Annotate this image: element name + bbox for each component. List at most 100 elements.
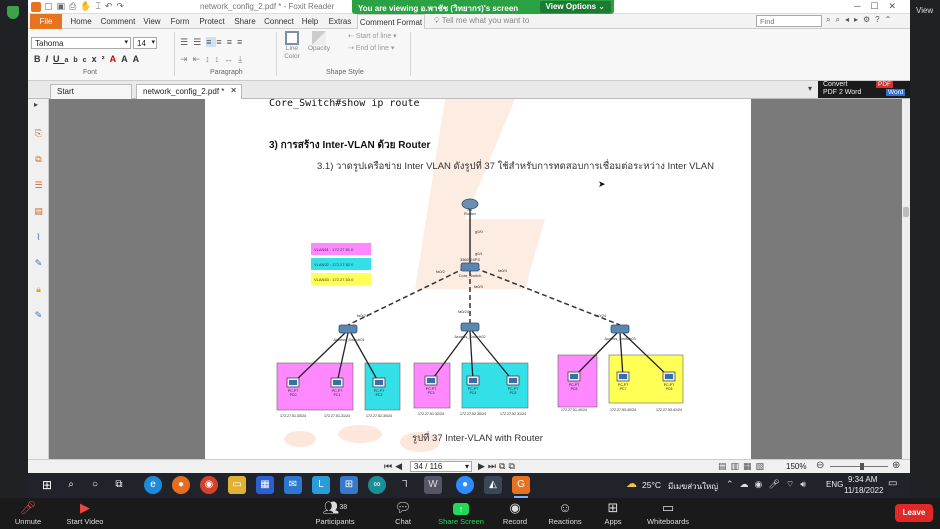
select-icon[interactable]: ⌶	[95, 1, 104, 11]
prev-page-icon[interactable]: ◀	[395, 461, 405, 471]
font-family-select[interactable]: Tahoma ▾	[31, 37, 131, 49]
unmute-button[interactable]: 🎤︎ Unmute	[8, 498, 48, 529]
tab-comment-format[interactable]: Comment Format	[357, 14, 425, 29]
align-right-icon[interactable]: ≡	[227, 37, 237, 47]
clock-time[interactable]: 9:34 AM	[848, 475, 877, 484]
outdent-icon[interactable]: ⇤	[193, 54, 206, 64]
baseline-icon[interactable]: ⤓	[238, 54, 247, 64]
notifications-icon[interactable]: ▭	[888, 478, 897, 489]
align-center-icon[interactable]: ≡	[216, 37, 226, 47]
font-color-icon[interactable]: A	[110, 54, 122, 64]
back-icon[interactable]: ◂	[845, 15, 854, 24]
first-page-icon[interactable]: ⏮	[384, 461, 395, 471]
single-page-icon[interactable]: ▤	[718, 461, 731, 471]
search-icon[interactable]: ⌕	[62, 476, 80, 494]
start-video-button[interactable]: ▶ Start Video	[60, 498, 110, 529]
tab-home[interactable]: Home	[66, 14, 96, 29]
bold-icon[interactable]: B	[34, 54, 46, 64]
chat-button[interactable]: 💬︎ Chat	[386, 498, 420, 529]
input-method-icon[interactable]: Ꞁ	[396, 476, 414, 494]
attachments-icon[interactable]: ⌇	[32, 231, 45, 244]
start-of-line-select[interactable]: ⇠ Start of line ▾	[348, 32, 397, 40]
packet-tracer-icon[interactable]: ◭	[484, 476, 502, 494]
mic-icon[interactable]: 🎤︎	[768, 479, 785, 489]
language-indicator[interactable]: ENG	[826, 480, 843, 489]
arduino-icon[interactable]: ∞	[368, 476, 386, 494]
scroll-thumb[interactable]	[903, 207, 909, 217]
settings-icon[interactable]: ⚙	[863, 15, 875, 24]
indent-icon[interactable]: ⇥	[180, 54, 193, 64]
font-size-select[interactable]: 14 ▾	[133, 37, 157, 49]
page-number-input[interactable]: 34 / 116 ▾	[410, 461, 472, 472]
close-tab-icon[interactable]: ✕	[230, 86, 237, 95]
hand-icon[interactable]: ✋	[80, 1, 95, 11]
apps-button[interactable]: ⊞ Apps	[598, 498, 628, 529]
volume-icon[interactable]: 🔊︎	[800, 479, 812, 489]
bullets-icon[interactable]: ☰	[180, 37, 193, 47]
tab-form[interactable]: Form	[167, 14, 193, 29]
minimize-icon[interactable]: ─	[854, 1, 870, 11]
bookmark-icon[interactable]: ⎘	[32, 127, 45, 140]
tab-pdf-document[interactable]: network_config_2.pdf * ✕	[136, 84, 242, 99]
cont-facing-icon[interactable]: ▧	[756, 461, 769, 471]
chrome-icon[interactable]: ◉	[200, 476, 218, 494]
view-label[interactable]: View	[916, 6, 933, 15]
zoom-in-icon[interactable]: ⊕	[892, 460, 900, 471]
reactions-button[interactable]: ☺ Reactions	[544, 498, 586, 529]
file-explorer-icon[interactable]: ▭	[228, 476, 246, 494]
meet-icon[interactable]: ⊞	[340, 476, 358, 494]
zoom-slider-thumb[interactable]	[860, 463, 864, 470]
next-view-icon[interactable]: ⧉	[508, 461, 517, 471]
mail-icon[interactable]: ✉	[284, 476, 302, 494]
font-shrink-icon[interactable]: A	[133, 54, 145, 64]
wifi-icon[interactable]: ⌔	[786, 479, 800, 489]
opacity-button[interactable]: Opacity	[306, 31, 332, 53]
tab-share[interactable]: Share	[231, 14, 259, 29]
continuous-icon[interactable]: ▥	[731, 461, 744, 471]
tab-help[interactable]: Help	[299, 14, 321, 29]
network-icon[interactable]: ☁	[740, 479, 755, 489]
weather-temp[interactable]: 25°C	[642, 480, 661, 490]
redo-icon[interactable]: ↷	[116, 1, 128, 11]
convert-ad[interactable]: Convert PDF 2 Word PDF Word	[818, 81, 910, 98]
tell-me-box[interactable]: 💡︎ Tell me what you want to	[434, 15, 554, 27]
strikethrough-icon[interactable]: abc	[65, 57, 92, 64]
close-icon[interactable]: ✕	[888, 1, 906, 11]
cortana-icon[interactable]: ○	[86, 476, 104, 494]
view-options-button[interactable]: View Options ⌄	[539, 1, 611, 13]
facing-icon[interactable]: ▦	[743, 461, 756, 471]
superscript-icon[interactable]: x²	[92, 54, 110, 64]
zoom-percent[interactable]: 150%	[786, 462, 806, 471]
participants-button[interactable]: 👥︎38 Participants	[312, 498, 358, 529]
tray-up-icon[interactable]: ⌃	[726, 479, 740, 489]
vertical-scrollbar[interactable]	[902, 99, 910, 459]
lock-icon[interactable]: 🔒︎	[32, 283, 45, 296]
open-icon[interactable]: ▢	[44, 1, 57, 11]
wrench-icon[interactable]: ✎	[32, 309, 45, 322]
edge-icon[interactable]: e	[144, 476, 162, 494]
document-view[interactable]: Core_Switch#show ip route 3) การสร้าง In…	[49, 99, 902, 459]
tab-protect[interactable]: Protect	[196, 14, 228, 29]
print-icon[interactable]: ⎙	[69, 1, 80, 11]
save-icon[interactable]: ▣	[57, 1, 70, 11]
share-screen-button[interactable]: ↑ Share Screen	[436, 498, 486, 529]
zoom-app-icon[interactable]: ●	[456, 476, 474, 494]
maximize-icon[interactable]: ☐	[870, 1, 888, 11]
tab-start[interactable]: Start	[50, 84, 132, 99]
firefox-icon[interactable]: ●	[172, 476, 190, 494]
signature-icon[interactable]: ✎	[32, 257, 45, 270]
undo-icon[interactable]: ↶	[105, 1, 117, 11]
forward-icon[interactable]: ▸	[854, 15, 863, 24]
next-page-icon[interactable]: ▶	[478, 461, 488, 471]
clock-date[interactable]: 11/18/2022	[844, 486, 883, 495]
italic-icon[interactable]: I	[46, 54, 54, 64]
leave-button[interactable]: Leave	[895, 504, 933, 522]
tab-extras[interactable]: Extras	[325, 14, 355, 29]
l-app-icon[interactable]: L	[312, 476, 330, 494]
task-view-icon[interactable]: ⧉	[110, 476, 128, 494]
record-button[interactable]: ◉ Record	[498, 498, 532, 529]
last-page-icon[interactable]: ⏭	[488, 461, 499, 471]
tab-file[interactable]: File	[30, 14, 62, 29]
word-icon[interactable]: W	[424, 476, 442, 494]
pages-icon[interactable]: ⧉	[32, 153, 45, 166]
